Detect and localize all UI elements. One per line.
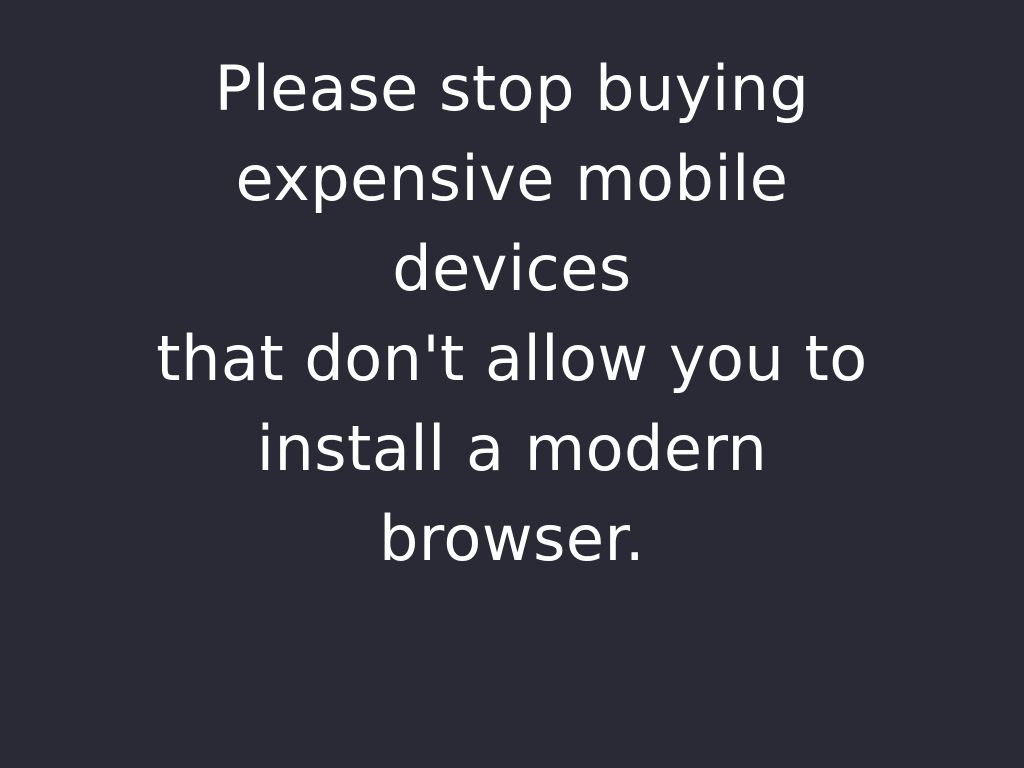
message-line-6: browser. bbox=[378, 502, 646, 575]
message-line-5: install a modern bbox=[256, 412, 768, 485]
message-line-3: devices bbox=[392, 232, 632, 305]
message-line-4: that don't allow you to bbox=[156, 322, 868, 395]
unsupported-browser-screen: Please stop buying expensive mobile devi… bbox=[0, 0, 1024, 768]
unsupported-browser-message: Please stop buying expensive mobile devi… bbox=[0, 44, 1024, 584]
message-line-1: Please stop buying bbox=[214, 52, 810, 125]
message-line-2: expensive mobile bbox=[235, 142, 789, 215]
